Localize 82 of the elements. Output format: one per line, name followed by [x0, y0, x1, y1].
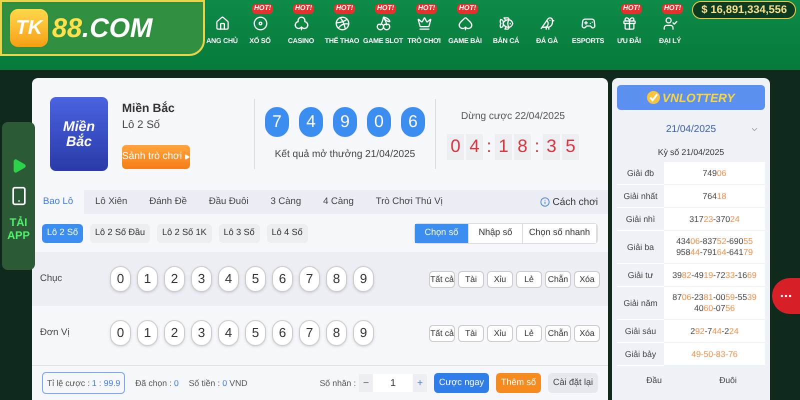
quick-button[interactable]: Xỉu: [487, 324, 513, 342]
chosen-count: Đã chọn : 0: [135, 376, 179, 390]
prize-numbers: 31723-37024: [664, 208, 765, 231]
quick-button[interactable]: Xỉu: [487, 270, 513, 288]
amount-text: Số tiền : 0 VND: [188, 376, 248, 390]
minus-button[interactable]: −: [359, 374, 373, 392]
option-tab[interactable]: Chọn số nhanh: [522, 224, 597, 242]
nav-icon: [214, 16, 230, 31]
deadline-text: Dừng cược 22/04/2025: [461, 110, 565, 124]
countdown-digit: 3: [543, 134, 560, 160]
row-label: Đơn Vị: [40, 326, 70, 340]
prize-numbers: 49-50-83-76: [664, 343, 765, 366]
nav-icon: [662, 16, 678, 31]
play-icon: [10, 157, 26, 175]
row-label: Chục: [40, 272, 64, 286]
quick-button[interactable]: Xóa: [574, 270, 600, 288]
countdown-digit: 8: [514, 134, 531, 160]
nav-icon: [458, 16, 472, 31]
option-tab[interactable]: Nhập số: [468, 224, 523, 242]
countdown-digit: 0: [447, 134, 464, 160]
game-tab[interactable]: 3 Càng: [259, 190, 312, 214]
quick-button[interactable]: Tài: [458, 270, 484, 288]
app-download-widget[interactable]: TẢI APP: [2, 122, 35, 270]
logo[interactable]: TK 88.COM: [0, 0, 205, 56]
nav-icon: [376, 16, 390, 31]
quick-button[interactable]: Tất cả: [429, 324, 455, 342]
game-tab[interactable]: Trò Chơi Thú Vị: [364, 190, 454, 214]
prize-numbers: 8706-2381-0059-5539 4060-0756: [664, 287, 765, 320]
result-caption: Kết quả mở thưởng 21/04/2025: [274, 148, 416, 162]
game-type: Lô 2 Số: [122, 118, 161, 134]
draw-title: Kỳ số 21/04/2025: [656, 146, 726, 159]
help-link[interactable]: Cách chơi: [540, 190, 608, 214]
game-tab[interactable]: Lô Xiên: [84, 190, 138, 214]
multiplier-field[interactable]: 1: [373, 374, 413, 392]
quick-button[interactable]: Chẵn: [545, 324, 571, 342]
column-header: Đầu: [645, 374, 663, 387]
lottery-logo: VNLOTTERY: [617, 85, 765, 110]
info-icon: [540, 197, 550, 207]
prize-numbers: 76418: [664, 185, 765, 208]
nav-icon: [252, 16, 268, 31]
nav-icon: [294, 16, 308, 31]
prize-numbers: 292-744-224: [664, 320, 765, 343]
nav-icon: [498, 16, 514, 31]
countdown-digit: 5: [562, 134, 579, 160]
chat-button[interactable]: [772, 278, 800, 314]
nav-icon: [540, 16, 554, 31]
balance-badge: $ 16,891,334,556: [692, 1, 796, 19]
countdown-digit: :: [533, 135, 540, 158]
nav-icon: [622, 16, 636, 31]
odds-box: Tỉ lệ cược : 1 : 99.9: [42, 372, 126, 394]
game-tab[interactable]: Đầu Đuôi: [198, 190, 260, 214]
check-icon: [647, 91, 660, 104]
quick-button[interactable]: Chẵn: [545, 270, 571, 288]
countdown-digit: 4: [466, 134, 483, 160]
game-tab[interactable]: Đánh Đề: [138, 190, 198, 214]
countdown-digit: :: [485, 135, 492, 158]
action-button[interactable]: Cài đặt lại: [548, 373, 598, 393]
quick-button[interactable]: Tài: [458, 324, 484, 342]
option-tab[interactable]: Lô 2 Số Đầu: [90, 224, 150, 242]
option-tab[interactable]: Lô 4 Số: [266, 224, 308, 242]
region-card: Miền Bắc: [50, 97, 108, 171]
game-tab[interactable]: Bao Lô: [32, 190, 84, 214]
nav-icon: [416, 16, 432, 31]
region-title: Miền Bắc: [122, 100, 176, 118]
quick-button[interactable]: Tất cả: [429, 270, 455, 288]
countdown-digit: 1: [495, 134, 512, 160]
nav-icon: [580, 16, 596, 31]
nav-icon: [334, 16, 350, 31]
option-tab[interactable]: Lô 2 Số 1K: [157, 224, 212, 242]
quick-button[interactable]: Xóa: [574, 324, 600, 342]
prize-numbers: 3982-4919-7233-1669: [664, 264, 765, 287]
game-tab[interactable]: 4 Càng: [312, 190, 365, 214]
prize-numbers: 43406-83752-69055 95844-79164-64179: [664, 231, 765, 264]
date-select[interactable]: 21/04/2025: [617, 116, 765, 142]
quick-button[interactable]: Lẻ: [516, 324, 542, 342]
quick-button[interactable]: Lẻ: [516, 270, 542, 288]
multiplier-label: Số nhân :: [320, 376, 356, 390]
action-button[interactable]: Cược ngay: [434, 373, 489, 393]
column-header: Đuôi: [718, 374, 738, 387]
option-tab[interactable]: Lô 3 Số: [218, 224, 260, 242]
play-icon: [184, 154, 190, 160]
prize-numbers: 74906: [664, 162, 765, 185]
